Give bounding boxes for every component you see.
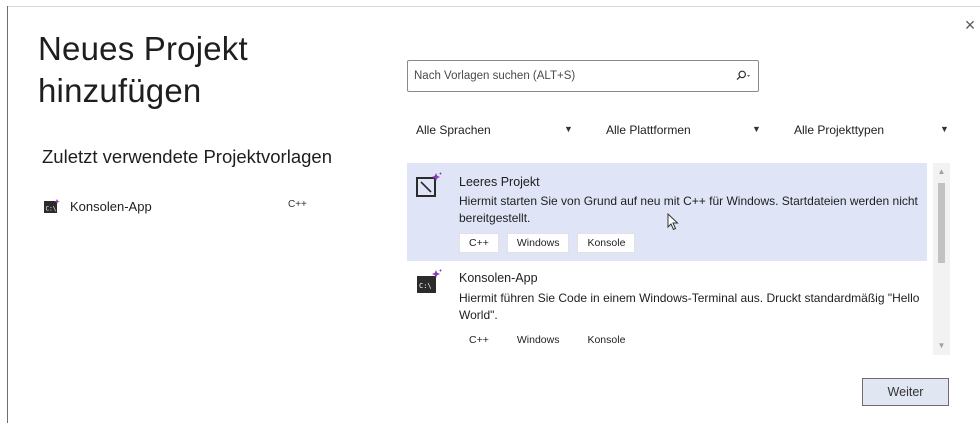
template-description: Hiermit starten Sie von Grund auf neu mi…	[459, 194, 918, 225]
empty-project-icon	[416, 172, 442, 197]
recent-template-item[interactable]: C:\ Konsolen-App C++	[42, 195, 332, 217]
language-filter-dropdown[interactable]: Alle Sprachen ▼	[416, 120, 576, 140]
template-search-box[interactable]	[407, 60, 759, 92]
tag-language: C++	[459, 330, 499, 350]
scroll-down-arrow-icon[interactable]: ▼	[933, 339, 950, 353]
window-frame-left	[7, 6, 8, 423]
platform-filter-dropdown[interactable]: Alle Plattformen ▼	[606, 120, 766, 140]
template-list: Leeres Projekt Hiermit starten Sie von G…	[407, 163, 927, 358]
search-icon[interactable]	[735, 68, 751, 84]
chevron-down-icon: ▼	[752, 124, 761, 134]
template-search-input[interactable]	[414, 61, 714, 91]
tag-language: C++	[459, 233, 499, 253]
console-app-icon: C:\	[417, 269, 442, 293]
chevron-down-icon: ▼	[940, 124, 949, 134]
language-filter-label: Alle Sprachen	[416, 123, 491, 137]
svg-text:C:\: C:\	[419, 282, 432, 290]
console-app-icon: C:\	[44, 199, 60, 213]
recent-template-name: Konsolen-App	[70, 198, 152, 214]
tag-platform: Windows	[506, 233, 570, 253]
template-tags: C++ Windows Konsole	[459, 330, 636, 350]
tag-project-type: Konsole	[577, 233, 636, 253]
scrollbar-thumb[interactable]	[938, 183, 945, 263]
next-button[interactable]: Weiter	[862, 378, 949, 406]
window-frame-top	[7, 6, 980, 7]
mouse-cursor-icon	[667, 213, 679, 231]
template-item-empty-project[interactable]: Leeres Projekt Hiermit starten Sie von G…	[407, 163, 927, 261]
template-tags: C++ Windows Konsole	[459, 233, 636, 253]
platform-filter-label: Alle Plattformen	[606, 123, 691, 137]
project-type-filter-label: Alle Projekttypen	[794, 123, 885, 137]
close-button[interactable]: ×	[962, 16, 978, 34]
template-name: Konsolen-App	[459, 271, 538, 285]
chevron-down-icon: ▼	[564, 124, 573, 134]
recent-templates-heading: Zuletzt verwendete Projektvorlagen	[42, 146, 332, 167]
project-type-filter-dropdown[interactable]: Alle Projekttypen ▼	[794, 120, 949, 140]
page-title: Neues Projekt hinzufügen	[38, 30, 248, 109]
tag-platform: Windows	[506, 330, 570, 350]
template-name: Leeres Projekt	[459, 175, 540, 189]
template-list-scrollbar[interactable]: ▲ ▼	[933, 163, 950, 355]
recent-template-language: C++	[288, 199, 307, 210]
tag-project-type: Konsole	[577, 330, 636, 350]
scroll-up-arrow-icon[interactable]: ▲	[933, 165, 950, 179]
template-description: Hiermit führen Sie Code in einem Windows…	[459, 291, 920, 322]
template-item-console-app[interactable]: C:\ Konsolen-App Hiermit führen Sie Code…	[407, 261, 927, 358]
new-project-dialog: × Neues Projekt hinzufügen Zuletzt verwe…	[0, 0, 980, 423]
svg-text:C:\: C:\	[46, 206, 57, 213]
